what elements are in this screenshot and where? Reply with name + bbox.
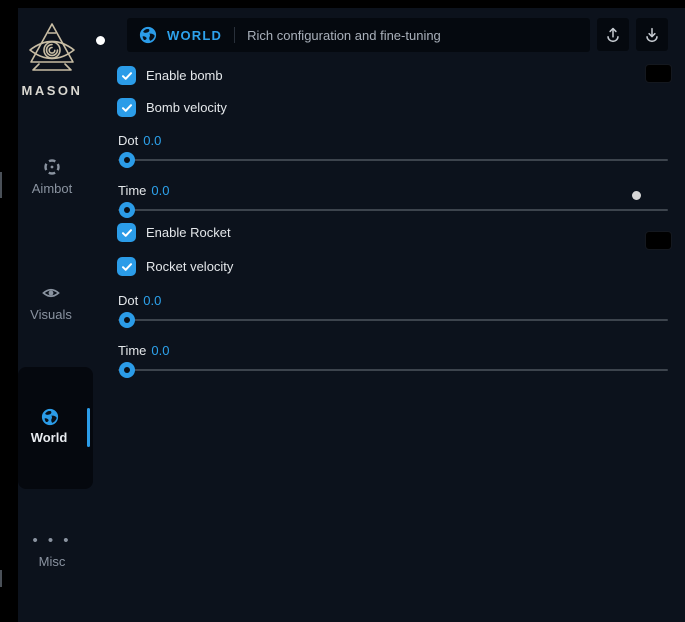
checkbox-row: Enable bomb xyxy=(117,66,223,85)
enable-bomb-checkbox[interactable] xyxy=(117,66,136,85)
bomb-time-slider-track[interactable] xyxy=(118,209,668,211)
import-config-button[interactable] xyxy=(636,18,668,51)
sidebar-item-world-label[interactable]: World xyxy=(15,430,83,445)
page-header: WORLD Rich configuration and fine-tuning xyxy=(127,18,590,52)
brand-name: MASON xyxy=(20,83,84,98)
mason-window: MASON Aimbot Visuals World • • • Misc xyxy=(18,8,685,622)
rocket-color-swatch[interactable] xyxy=(645,231,672,250)
checkmark-icon xyxy=(121,227,133,239)
checkbox-row: Rocket velocity xyxy=(117,257,233,276)
bomb-color-swatch[interactable] xyxy=(645,64,672,83)
slider-value: 0.0 xyxy=(143,133,161,148)
slider-label: Dot xyxy=(118,133,138,148)
sidebar-item-aimbot[interactable] xyxy=(18,157,86,177)
checkbox-row: Enable Rocket xyxy=(117,223,231,242)
checkbox-label: Enable bomb xyxy=(146,68,223,83)
upload-icon xyxy=(604,26,622,44)
slider-label-row: Time 0.0 xyxy=(118,183,169,198)
desktop-artifact xyxy=(0,172,2,198)
ellipsis-icon[interactable]: • • • xyxy=(18,536,86,546)
sidebar-item-world[interactable] xyxy=(18,367,93,489)
header-divider xyxy=(234,27,235,43)
slider-label-row: Dot 0.0 xyxy=(118,293,161,308)
globe-icon xyxy=(139,26,157,44)
page-subtitle: Rich configuration and fine-tuning xyxy=(247,28,441,43)
pyramid-eye-logo-icon xyxy=(24,20,80,78)
rocket-time-slider-track[interactable] xyxy=(118,369,668,371)
bomb-dot-slider-handle[interactable] xyxy=(119,152,135,168)
page-title: WORLD xyxy=(167,28,222,43)
slider-value: 0.0 xyxy=(151,343,169,358)
eye-icon xyxy=(41,283,61,303)
download-icon xyxy=(643,26,661,44)
export-config-button[interactable] xyxy=(597,18,629,51)
sidebar-item-visuals-label[interactable]: Visuals xyxy=(17,307,85,322)
checkbox-row: Bomb velocity xyxy=(117,98,227,117)
checkbox-label: Bomb velocity xyxy=(146,100,227,115)
globe-icon xyxy=(41,408,59,426)
slider-label-row: Time 0.0 xyxy=(118,343,169,358)
cursor-dot xyxy=(96,36,105,45)
crosshair-icon xyxy=(42,157,62,177)
slider-label-row: Dot 0.0 xyxy=(118,133,161,148)
active-tab-indicator xyxy=(87,408,90,447)
rocket-velocity-checkbox[interactable] xyxy=(117,257,136,276)
rocket-time-slider-handle[interactable] xyxy=(119,362,135,378)
checkmark-icon xyxy=(121,261,133,273)
slider-label: Dot xyxy=(118,293,138,308)
rocket-dot-slider-handle[interactable] xyxy=(119,312,135,328)
bomb-time-slider-handle[interactable] xyxy=(119,202,135,218)
rocket-dot-slider-track[interactable] xyxy=(118,319,668,321)
checkmark-icon xyxy=(121,70,133,82)
slider-label: Time xyxy=(118,183,146,198)
checkbox-label: Rocket velocity xyxy=(146,259,233,274)
sidebar-item-misc-label[interactable]: Misc xyxy=(18,554,86,569)
slider-label: Time xyxy=(118,343,146,358)
enable-rocket-checkbox[interactable] xyxy=(117,223,136,242)
desktop-artifact xyxy=(0,570,2,587)
cursor-dot xyxy=(632,191,641,200)
bomb-velocity-checkbox[interactable] xyxy=(117,98,136,117)
bomb-dot-slider-track[interactable] xyxy=(118,159,668,161)
sidebar-item-visuals[interactable] xyxy=(17,283,85,303)
slider-value: 0.0 xyxy=(143,293,161,308)
checkmark-icon xyxy=(121,102,133,114)
slider-value: 0.0 xyxy=(151,183,169,198)
sidebar-item-aimbot-label[interactable]: Aimbot xyxy=(18,181,86,196)
checkbox-label: Enable Rocket xyxy=(146,225,231,240)
